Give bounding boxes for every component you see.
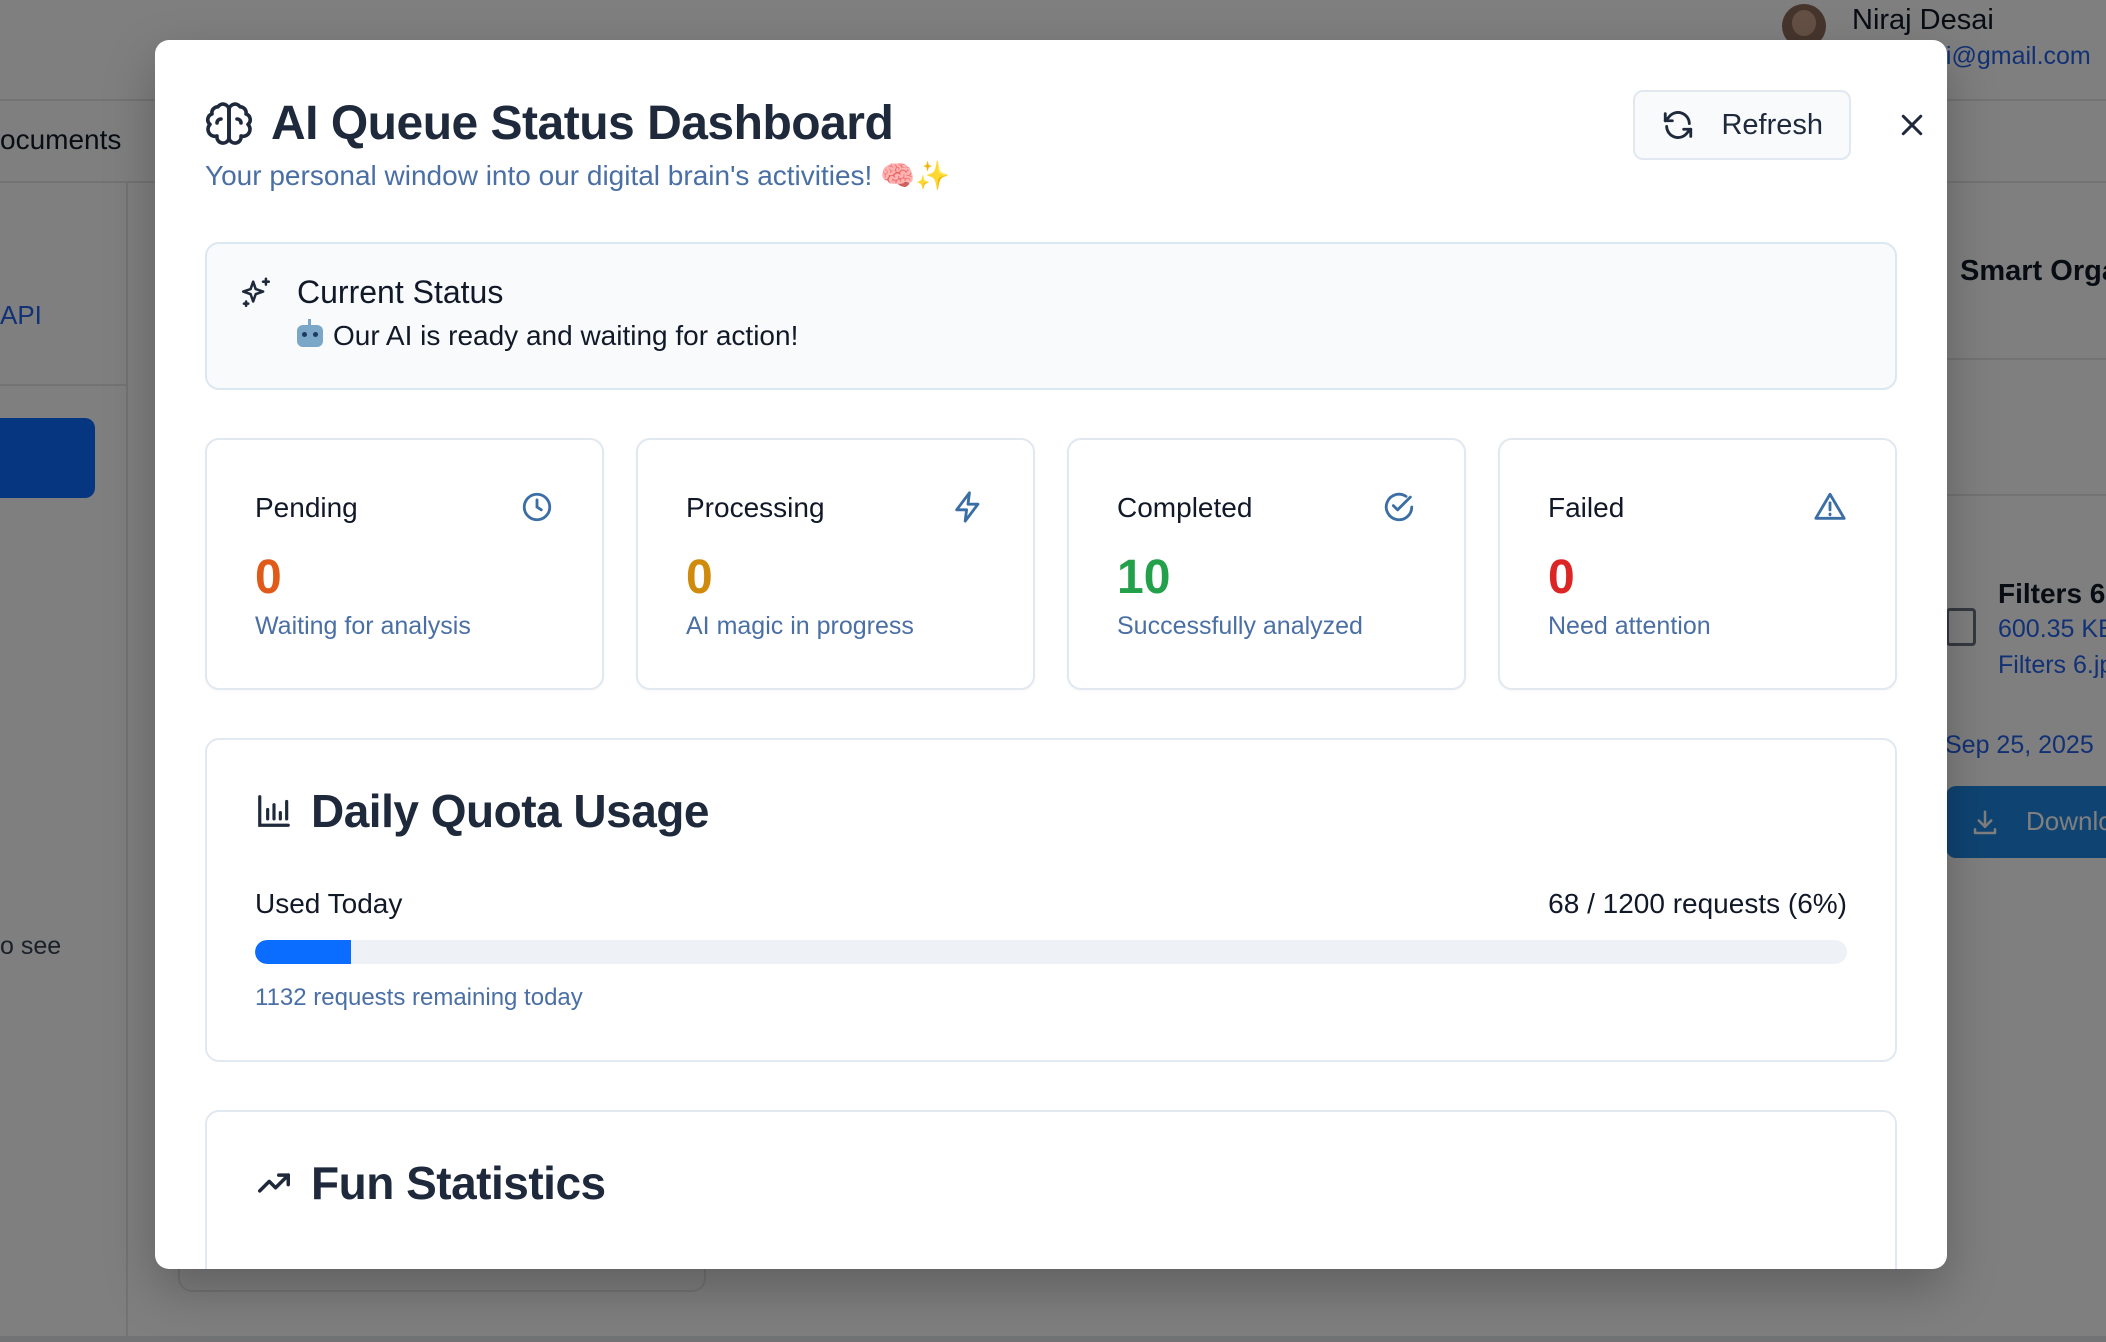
section-heading: Daily Quota Usage — [255, 784, 709, 838]
stat-value: 0 — [1548, 551, 1575, 604]
stat-description: AI magic in progress — [686, 612, 914, 640]
stat-card-pending: Pending 0 Waiting for analysis — [205, 438, 604, 690]
current-status-title: Current Status — [297, 274, 504, 310]
bar-chart-icon — [258, 795, 290, 827]
current-status-panel: Current Status Our AI is ready and waiti… — [205, 242, 1897, 390]
robot-icon — [297, 319, 323, 347]
check-circle-icon — [1384, 492, 1414, 522]
refresh-button[interactable]: Refresh — [1633, 90, 1851, 160]
trending-up-icon — [258, 1173, 290, 1193]
stats-row: Pending 0 Waiting for analysis Processin… — [205, 438, 1897, 690]
queue-status-modal: AI Queue Status Dashboard Your personal … — [155, 40, 1947, 1269]
quota-remaining: 1132 requests remaining today — [255, 984, 583, 1011]
quota-title: Daily Quota Usage — [311, 785, 709, 837]
section-heading: Fun Statistics — [255, 1156, 606, 1210]
refresh-icon — [1664, 111, 1693, 139]
fun-statistics-title: Fun Statistics — [311, 1157, 606, 1209]
stat-value: 10 — [1117, 551, 1171, 604]
clock-icon — [522, 492, 552, 522]
quota-used-label: Used Today — [255, 888, 403, 919]
page-subtitle: Your personal window into our digital br… — [205, 160, 950, 191]
stat-label: Pending — [255, 492, 358, 523]
sparkles-icon — [241, 277, 271, 308]
close-icon — [1901, 114, 1923, 136]
stat-description: Waiting for analysis — [255, 612, 471, 640]
quota-progress-bar — [255, 940, 1847, 964]
stat-label: Completed — [1117, 492, 1253, 523]
status-message-text: Our AI is ready and waiting for action! — [333, 320, 799, 351]
quota-used-value: 68 / 1200 requests (6%) — [1548, 888, 1847, 919]
daily-quota-card: Daily Quota Usage Used Today 68 / 1200 r… — [205, 738, 1897, 1062]
refresh-label: Refresh — [1721, 108, 1823, 141]
stat-description: Need attention — [1548, 612, 1711, 640]
stat-card-processing: Processing 0 AI magic in progress — [636, 438, 1035, 690]
quota-progress-fill — [255, 940, 351, 964]
stat-value: 0 — [686, 551, 713, 604]
page-title: AI Queue Status Dashboard — [271, 97, 894, 150]
lightning-icon — [955, 491, 980, 523]
stat-card-failed: Failed 0 Need attention — [1498, 438, 1897, 690]
current-status-message: Our AI is ready and waiting for action! — [297, 319, 799, 352]
brain-icon — [205, 101, 253, 145]
stat-value: 0 — [255, 551, 282, 604]
fun-statistics-card: Fun Statistics — [205, 1110, 1897, 1269]
stat-label: Processing — [686, 492, 825, 523]
warning-triangle-icon — [1814, 492, 1846, 520]
stat-card-completed: Completed 10 Successfully analyzed — [1067, 438, 1466, 690]
close-button[interactable] — [1887, 100, 1937, 150]
stat-label: Failed — [1548, 492, 1625, 523]
stat-description: Successfully analyzed — [1117, 612, 1363, 640]
